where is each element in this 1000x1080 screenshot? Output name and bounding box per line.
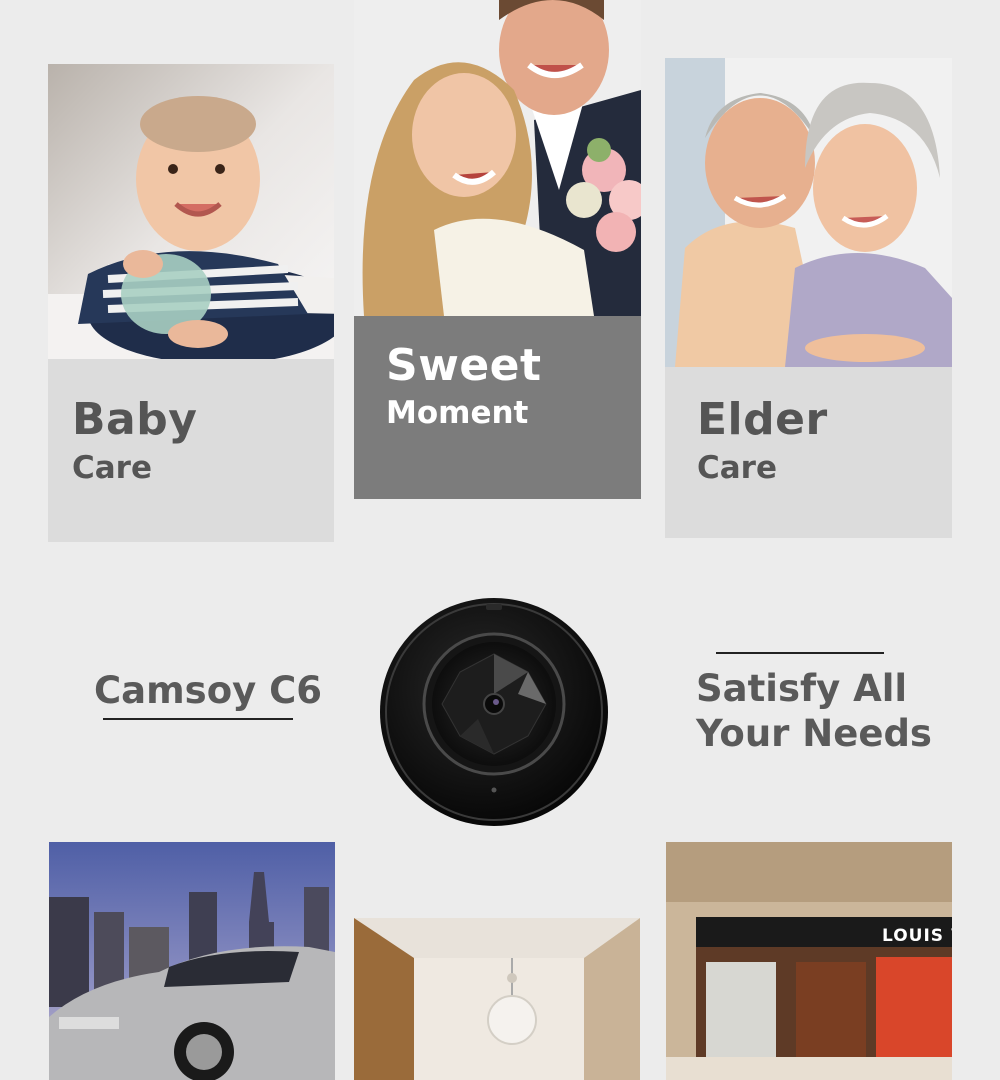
elder-subtitle: Care (697, 450, 777, 486)
tagline-line-2: Your Needs (696, 712, 932, 755)
mini-camera-icon (378, 594, 610, 826)
store-photo: LOUIS V (666, 842, 952, 1080)
baby-title: Baby (72, 394, 198, 445)
elderly-couple-photo (665, 58, 952, 367)
baby-photo (48, 64, 334, 359)
product-name: Camsoy C6 (94, 669, 323, 712)
store-sign: LOUIS V (882, 926, 952, 946)
couple-photo (354, 0, 641, 316)
room-photo (354, 918, 640, 1080)
sweet-title: Sweet (386, 340, 542, 391)
elder-care-card[interactable]: Elder Care (665, 58, 952, 538)
tagline-line-1: Satisfy All (696, 667, 908, 710)
baby-subtitle: Care (72, 450, 152, 486)
baby-care-card[interactable]: Baby Care (48, 64, 334, 542)
sweet-moment-card[interactable]: Sweet Moment (354, 0, 641, 499)
elder-title: Elder (697, 394, 828, 445)
tagline-overline (716, 652, 884, 654)
car-photo (49, 842, 335, 1080)
product-name-underline (103, 718, 293, 720)
sweet-subtitle: Moment (386, 395, 529, 431)
